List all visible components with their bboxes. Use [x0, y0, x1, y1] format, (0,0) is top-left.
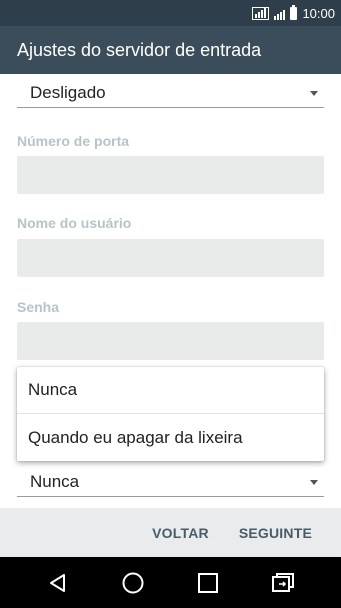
- signal-icon-2: [274, 7, 286, 20]
- dropdown-popup: Nunca Quando eu apagar da lixeira: [17, 367, 324, 461]
- chevron-down-icon: [310, 91, 318, 96]
- status-time: 10:00: [302, 5, 335, 21]
- recents-square-icon[interactable]: [193, 568, 223, 598]
- battery-icon: [290, 4, 298, 20]
- username-label: Nome do usuário: [17, 215, 132, 231]
- popup-option-never[interactable]: Nunca: [17, 367, 324, 414]
- page-title: Ajustes do servidor de entrada: [17, 39, 262, 60]
- signal-icon-1: [252, 6, 270, 20]
- app-bar: Ajustes do servidor de entrada: [0, 26, 341, 74]
- system-nav-bar: [0, 557, 341, 608]
- bottom-action-bar: VOLTAR SEGUINTE: [0, 508, 341, 557]
- delete-policy-spinner-value: Nunca: [30, 471, 80, 491]
- password-label: Senha: [17, 299, 60, 315]
- switch-app-icon[interactable]: [268, 568, 298, 598]
- home-circle-icon[interactable]: [118, 568, 148, 598]
- popup-option-when-delete-trash[interactable]: Quando eu apagar da lixeira: [17, 414, 324, 461]
- password-input[interactable]: [17, 322, 324, 360]
- port-input[interactable]: [17, 156, 324, 194]
- back-triangle-icon[interactable]: [43, 568, 73, 598]
- back-button[interactable]: VOLTAR: [152, 525, 209, 541]
- security-spinner[interactable]: Desligado: [17, 78, 324, 108]
- status-bar: 10:00: [0, 0, 341, 26]
- delete-policy-spinner[interactable]: Nunca: [17, 467, 324, 497]
- chevron-down-icon: [310, 480, 318, 485]
- next-button[interactable]: SEGUINTE: [239, 525, 312, 541]
- port-label: Número de porta: [17, 133, 130, 149]
- security-spinner-value: Desligado: [30, 82, 106, 102]
- username-input[interactable]: [17, 239, 324, 277]
